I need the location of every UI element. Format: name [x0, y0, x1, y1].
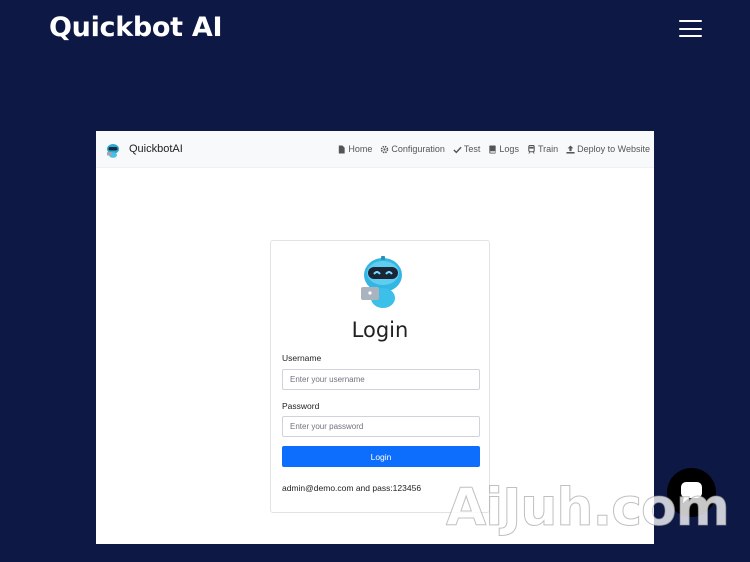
nav-train[interactable]: Train — [527, 144, 558, 154]
nav-logs[interactable]: Logs — [488, 144, 519, 154]
watermark-text: AiJuh.com — [446, 478, 731, 539]
nav-home-label: Home — [348, 144, 373, 154]
nav-configuration-label: Configuration — [391, 144, 445, 154]
login-card: Login Username Password Login admin@demo… — [270, 240, 490, 513]
demo-credentials: admin@demo.com and pass:123456 — [282, 483, 422, 493]
gear-icon — [381, 145, 389, 153]
book-icon — [489, 144, 497, 154]
username-input[interactable] — [282, 369, 480, 390]
nav-deploy-label: Deploy to Website — [577, 144, 650, 154]
nav-deploy[interactable]: Deploy to Website — [566, 144, 650, 154]
file-icon — [339, 144, 345, 154]
nav-train-label: Train — [537, 144, 559, 154]
robot-avatar-icon — [361, 256, 402, 308]
login-title: Login — [351, 318, 409, 342]
login-button[interactable]: Login — [282, 446, 480, 467]
app-nav-links: Home Configuration Test Logs Train Deplo… — [337, 144, 650, 154]
hamburger-menu-icon[interactable] — [679, 20, 702, 37]
robot-logo-icon — [107, 144, 119, 158]
username-label: Username — [282, 353, 322, 363]
password-label: Password — [282, 401, 320, 411]
password-input[interactable] — [282, 416, 480, 437]
site-header: Quickbot AI — [0, 0, 750, 60]
app-navbar: QuickbotAI Home Configuration Test Logs … — [96, 131, 654, 168]
nav-test-label: Test — [463, 144, 481, 154]
train-icon — [528, 144, 535, 154]
nav-test[interactable]: Test — [453, 144, 481, 154]
nav-home[interactable]: Home — [337, 144, 372, 154]
check-icon — [453, 146, 462, 153]
nav-logs-label: Logs — [499, 144, 519, 154]
app-name[interactable]: QuickbotAI — [129, 143, 183, 155]
upload-icon — [566, 144, 575, 154]
site-brand[interactable]: Quickbot AI — [49, 12, 223, 43]
nav-configuration[interactable]: Configuration — [380, 144, 445, 154]
